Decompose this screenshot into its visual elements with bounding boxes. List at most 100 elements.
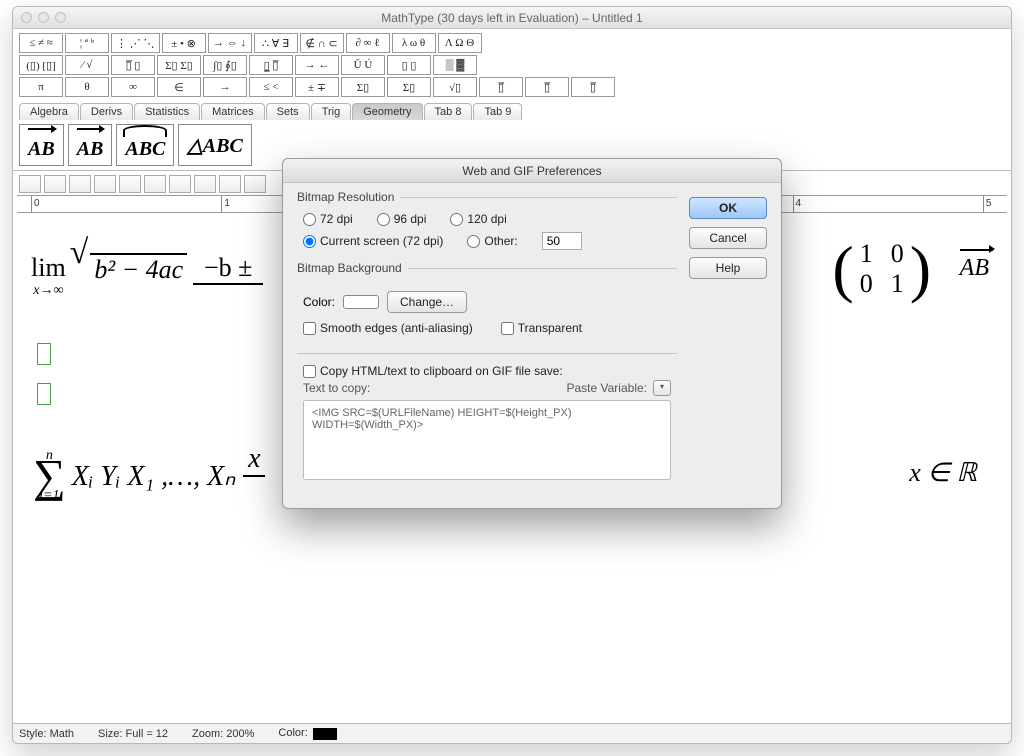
toolbar-cell-0-3[interactable]: ± • ⊗ — [162, 33, 206, 53]
toolbar-cell-0-4[interactable]: → ⇔ ↓ — [208, 33, 252, 53]
symbol-toolbars: ≤ ≠ ≈¦ ª ᵇ⋮ ⋰ ⋱± • ⊗→ ⇔ ↓∴ ∀ ∃∉ ∩ ⊂∂ ∞ ℓ… — [13, 29, 1011, 101]
toolbar-cell-0-7[interactable]: ∂ ∞ ℓ — [346, 33, 390, 53]
toolbar-cell-2-7[interactable]: Σ▯ — [341, 77, 385, 97]
toolbar-cell-2-12[interactable]: ▯̅ — [571, 77, 615, 97]
toolbar-cell-2-10[interactable]: ▯̅ — [479, 77, 523, 97]
toolbar-cell-2-3[interactable]: ∈ — [157, 77, 201, 97]
ruler-mark: 4 — [796, 198, 802, 209]
toolbar-cell-1-7[interactable]: Ū Ú — [341, 55, 385, 75]
radio-current-screen[interactable]: Current screen (72 dpi) — [303, 234, 443, 248]
toolbar-cell-0-5[interactable]: ∴ ∀ ∃ — [254, 33, 298, 53]
help-button[interactable]: Help — [689, 257, 767, 279]
toolbar-cell-2-2[interactable]: ∞ — [111, 77, 155, 97]
toolbar-cell-2-9[interactable]: √▯ — [433, 77, 477, 97]
group-bitmap-resolution: Bitmap Resolution 72 dpi 96 dpi 120 dpi … — [297, 197, 677, 262]
radio-72dpi[interactable]: 72 dpi — [303, 212, 353, 226]
toolbar-cell-1-6[interactable]: → ← — [295, 55, 339, 75]
eq-limit[interactable]: lim x→∞ √b² − 4ac −b ± — [31, 253, 263, 315]
other-dpi-input[interactable] — [542, 232, 582, 250]
dialog-title: Web and GIF Preferences — [283, 159, 781, 183]
ruler-mark: 0 — [34, 198, 40, 209]
triangle-abc[interactable]: △ABC — [178, 124, 251, 166]
toolbar-cell-1-4[interactable]: ∫▯ ∮▯ — [203, 55, 247, 75]
group-title-background: Bitmap Background — [297, 261, 408, 275]
eq-matrix[interactable]: ( 10 01 ) — [832, 239, 931, 299]
arc-abc[interactable]: ABC — [116, 124, 174, 166]
vector-ab-right[interactable]: AB — [19, 124, 64, 166]
toolbar-cell-2-1[interactable]: θ — [65, 77, 109, 97]
tool-8[interactable] — [194, 175, 216, 193]
tab-tab-9[interactable]: Tab 9 — [473, 103, 522, 120]
group-bitmap-background: Bitmap Background Color: Change… Smooth … — [297, 268, 677, 347]
toolbar-cell-0-1[interactable]: ¦ ª ᵇ — [65, 33, 109, 53]
toolbar-cell-0-9[interactable]: Λ Ω Θ — [438, 33, 482, 53]
tab-algebra[interactable]: Algebra — [19, 103, 79, 120]
tab-trig[interactable]: Trig — [311, 103, 352, 120]
change-color-button[interactable]: Change… — [387, 291, 467, 313]
tool-4[interactable] — [94, 175, 116, 193]
checkbox-smooth-edges[interactable]: Smooth edges (anti-aliasing) — [303, 321, 473, 335]
tab-statistics[interactable]: Statistics — [134, 103, 200, 120]
status-style[interactable]: Style: Math — [19, 728, 74, 740]
toolbar-cell-2-0[interactable]: π — [19, 77, 63, 97]
color-swatch-icon — [313, 728, 337, 740]
toolbar-cell-0-2[interactable]: ⋮ ⋰ ⋱ — [111, 33, 160, 53]
toolbar-cell-1-2[interactable]: ▯̅ ▯ — [111, 55, 155, 75]
ruler-mark: 1 — [224, 198, 230, 209]
tool-9[interactable] — [219, 175, 241, 193]
status-color[interactable]: Color: — [278, 727, 336, 739]
toolbar-cell-2-8[interactable]: Σ▯ — [387, 77, 431, 97]
category-tabs: AlgebraDerivsStatisticsMatricesSetsTrigG… — [13, 101, 1011, 120]
tab-matrices[interactable]: Matrices — [201, 103, 265, 120]
text-to-copy-label: Text to copy: — [303, 381, 370, 395]
toolbar-cell-1-0[interactable]: (▯) [▯] — [19, 55, 63, 75]
tool-7[interactable] — [169, 175, 191, 193]
color-label: Color: — [303, 295, 335, 309]
checkbox-copy-html[interactable]: Copy HTML/text to clipboard on GIF file … — [303, 364, 671, 378]
cancel-button[interactable]: Cancel — [689, 227, 767, 249]
html-template-textarea[interactable]: <IMG SRC=$(URLFileName) HEIGHT=$(Height_… — [303, 400, 671, 480]
toolbar-cell-2-5[interactable]: ≤ < — [249, 77, 293, 97]
toolbar-cell-0-6[interactable]: ∉ ∩ ⊂ — [300, 33, 344, 53]
toolbar-cell-1-9[interactable]: ▒ ▓ — [433, 55, 477, 75]
tool-6[interactable] — [144, 175, 166, 193]
sqrt-body: b² − 4ac — [90, 253, 187, 287]
titlebar: MathType (30 days left in Evaluation) – … — [13, 7, 1011, 29]
paste-variable-label: Paste Variable: — [567, 381, 648, 395]
eq-vector-ab[interactable]: AB — [960, 249, 989, 282]
toolbar-cell-2-4[interactable]: → — [203, 77, 247, 97]
ok-button[interactable]: OK — [689, 197, 767, 219]
radio-other[interactable]: Other: — [467, 234, 517, 248]
tool-3[interactable] — [69, 175, 91, 193]
toolbar-cell-0-0[interactable]: ≤ ≠ ≈ — [19, 33, 63, 53]
sum-body: Xᵢ Yᵢ X₁ ,…, Xₙ — [72, 459, 236, 493]
status-zoom[interactable]: Zoom: 200% — [192, 728, 254, 740]
toolbar-cell-1-8[interactable]: ▯ ▯ — [387, 55, 431, 75]
tool-2[interactable] — [44, 175, 66, 193]
tab-sets[interactable]: Sets — [266, 103, 310, 120]
tool-5[interactable] — [119, 175, 141, 193]
paste-variable-menu[interactable]: ▾ — [653, 380, 671, 396]
checkbox-transparent[interactable]: Transparent — [501, 321, 582, 335]
tool-1[interactable] — [19, 175, 41, 193]
bg-color-swatch[interactable] — [343, 295, 379, 309]
status-size[interactable]: Size: Full = 12 — [98, 728, 168, 740]
toolbar-cell-1-1[interactable]: ⁄ √ — [65, 55, 109, 75]
radio-96dpi[interactable]: 96 dpi — [377, 212, 427, 226]
tab-tab-8[interactable]: Tab 8 — [424, 103, 473, 120]
tab-derivs[interactable]: Derivs — [80, 103, 133, 120]
toolbar-cell-1-5[interactable]: ▯̲ ▯̅ — [249, 55, 293, 75]
tab-geometry[interactable]: Geometry — [352, 103, 422, 120]
toolbar-cell-2-6[interactable]: ± ∓ — [295, 77, 339, 97]
eq-summation[interactable]: n ∑ i=1 Xᵢ Yᵢ X₁ ,…, Xₙ x — [33, 443, 265, 509]
eq-x-in-r[interactable]: x ∈ ℝ — [909, 458, 977, 488]
tool-10[interactable] — [244, 175, 266, 193]
toolbar-cell-1-3[interactable]: Σ▯ Σ▯ — [157, 55, 201, 75]
vector-ab-left[interactable]: AB — [68, 124, 113, 166]
radio-120dpi[interactable]: 120 dpi — [450, 212, 506, 226]
toolbar-cell-2-11[interactable]: ▯̅ — [525, 77, 569, 97]
toolbar-cell-0-8[interactable]: λ ω θ — [392, 33, 436, 53]
placeholder-1[interactable] — [37, 343, 51, 365]
placeholder-2[interactable] — [37, 383, 51, 405]
window-title: MathType (30 days left in Evaluation) – … — [13, 11, 1011, 25]
